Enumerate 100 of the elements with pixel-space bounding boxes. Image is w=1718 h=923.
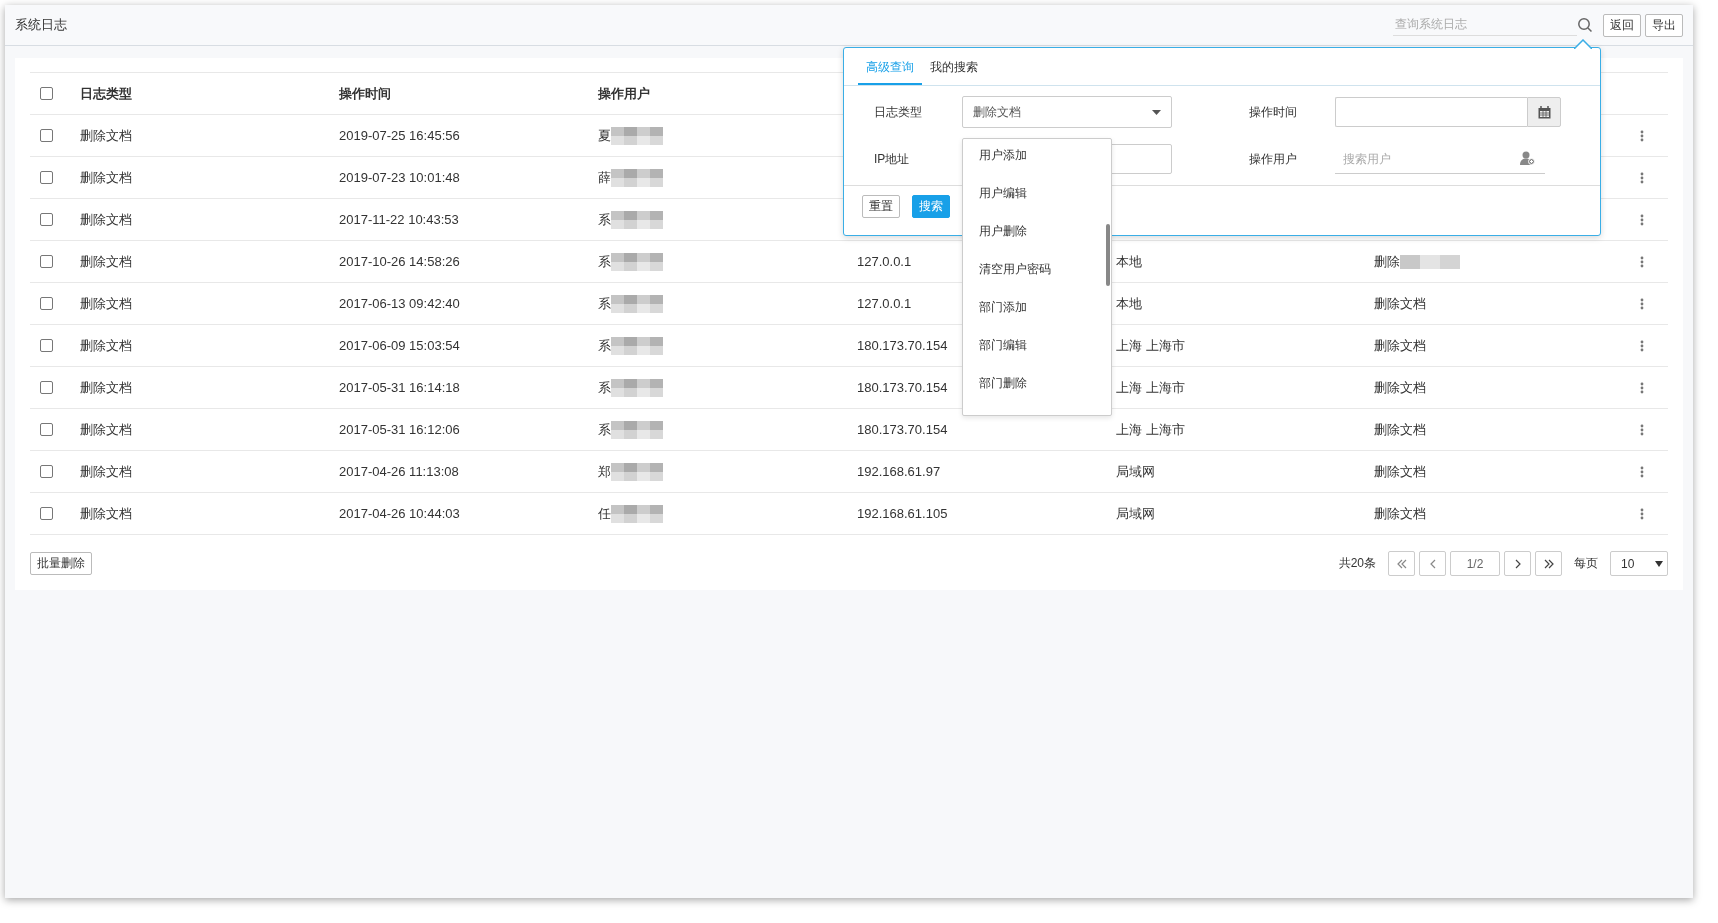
table-cell-text: 删除文档 — [80, 504, 133, 523]
back-button[interactable]: 返回 — [1603, 13, 1641, 37]
reset-button[interactable]: 重置 — [862, 195, 900, 218]
search-field[interactable]: 查询系统日志 — [1393, 14, 1577, 36]
field-label: 操作用户 — [1248, 150, 1298, 168]
table-cell-text: 删除文档 — [80, 168, 133, 187]
dropdown-option[interactable]: 部门编辑 — [979, 337, 1111, 354]
last-page-button[interactable] — [1535, 551, 1562, 576]
table-cell: 192.168.61.97 — [857, 464, 941, 479]
more-icon[interactable] — [1640, 213, 1644, 226]
table-cell: 郑 — [598, 462, 611, 481]
table-cell: 系 — [598, 336, 611, 355]
column-header: 日志类型 — [80, 84, 133, 103]
add-user-icon[interactable] — [1520, 151, 1535, 165]
page-size-select[interactable]: 10 — [1610, 551, 1668, 576]
page-indicator[interactable]: 1/2 — [1450, 551, 1500, 576]
table-cell-text: 删除文档 — [80, 378, 133, 397]
checkbox[interactable] — [40, 213, 53, 226]
table-cell: 删除 — [1374, 252, 1400, 271]
checkbox[interactable] — [40, 129, 53, 142]
table-cell-text: 删除文档 — [80, 210, 133, 229]
search-icon[interactable] — [1577, 17, 1593, 33]
table-cell-text: 删除文档 — [80, 126, 133, 145]
table-cell: 删除文档 — [1374, 378, 1426, 397]
batch-delete-button[interactable]: 批量删除 — [30, 552, 92, 575]
log-type-select[interactable]: 删除文档 — [962, 96, 1172, 128]
checkbox[interactable] — [40, 465, 53, 478]
table-cell: 系 — [598, 294, 611, 313]
table-cell-text: 删除文档 — [80, 294, 133, 313]
dropdown-option[interactable]: 部门删除 — [979, 375, 1111, 392]
checkbox[interactable] — [40, 297, 53, 310]
table-cell: 系 — [598, 210, 611, 229]
table-cell: 180.173.70.154 — [857, 380, 948, 395]
dropdown-option[interactable]: 部门添加 — [979, 299, 1111, 316]
more-icon[interactable] — [1640, 423, 1644, 436]
table-cell-text: 2019-07-23 10:01:48 — [339, 170, 461, 185]
dropdown-option[interactable]: 用户删除 — [979, 223, 1111, 240]
checkbox[interactable] — [40, 87, 53, 100]
more-icon[interactable] — [1640, 381, 1644, 394]
table-cell: 上海 上海市 — [1116, 421, 1185, 437]
more-icon[interactable] — [1640, 255, 1644, 268]
table-cell: 180.173.70.154 — [857, 422, 948, 437]
table-cell: 薛 — [598, 168, 611, 187]
checkbox[interactable] — [40, 255, 53, 268]
dropdown-option[interactable]: 用户添加 — [979, 147, 1111, 164]
table-cell: 系 — [598, 420, 611, 439]
dropdown-option[interactable]: 用户编辑 — [979, 185, 1111, 202]
table-cell-text: 2017-06-09 15:03:54 — [339, 338, 461, 353]
caret-icon — [1152, 109, 1161, 115]
table-cell: 本地 — [1116, 253, 1142, 269]
table-cell: 删除文档 — [1374, 336, 1426, 355]
chevron-left-icon — [1429, 558, 1436, 569]
field-label: IP地址 — [874, 150, 911, 168]
scrollbar[interactable] — [1106, 224, 1110, 286]
table-cell: 192.168.61.105 — [857, 506, 948, 521]
tab[interactable]: 我的搜索 — [922, 59, 986, 85]
more-icon[interactable] — [1640, 129, 1644, 142]
table-cell: 删除文档 — [1374, 462, 1426, 481]
table-cell: 上海 上海市 — [1116, 379, 1185, 395]
double-chevron-right-icon — [1543, 558, 1554, 569]
table-cell-text: 2017-05-31 16:12:06 — [339, 422, 461, 437]
checkbox[interactable] — [40, 507, 53, 520]
field-label: 操作时间 — [1248, 103, 1298, 121]
table-cell: 删除文档 — [1374, 420, 1426, 439]
total-count: 共20条 — [1338, 555, 1376, 572]
table-cell: 127.0.0.1 — [857, 254, 912, 269]
export-button[interactable]: 导出 — [1645, 13, 1683, 37]
dropdown-option[interactable]: 清空用户密码 — [979, 261, 1111, 278]
column-header: 操作用户 — [598, 84, 651, 103]
table-cell-text: 删除文档 — [80, 420, 133, 439]
table-cell: 127.0.0.1 — [857, 296, 912, 311]
first-page-button[interactable] — [1388, 551, 1415, 576]
per-page-label: 每页 — [1574, 555, 1598, 572]
table-cell-text: 2017-06-13 09:42:40 — [339, 296, 461, 311]
column-header: 操作时间 — [339, 84, 392, 103]
table-cell: 系 — [598, 252, 611, 271]
more-icon[interactable] — [1640, 507, 1644, 520]
calendar-button[interactable] — [1527, 97, 1561, 127]
table-cell-text: 2017-04-26 11:13:08 — [339, 464, 460, 479]
checkbox[interactable] — [40, 339, 53, 352]
table-cell: 本地 — [1116, 295, 1142, 311]
table-cell: 删除文档 — [1374, 294, 1426, 313]
more-icon[interactable] — [1640, 297, 1644, 310]
checkbox[interactable] — [40, 381, 53, 394]
chevron-right-icon — [1514, 558, 1521, 569]
more-icon[interactable] — [1640, 171, 1644, 184]
checkbox[interactable] — [40, 171, 53, 184]
field-label: 日志类型 — [874, 103, 923, 121]
more-icon[interactable] — [1640, 465, 1644, 478]
table-cell-text: 2019-07-25 16:45:56 — [339, 128, 461, 143]
table-cell: 任 — [598, 504, 611, 523]
more-icon[interactable] — [1640, 339, 1644, 352]
table-cell-text: 删除文档 — [80, 252, 133, 271]
table-cell: 局域网 — [1116, 505, 1155, 521]
table-cell: 180.173.70.154 — [857, 338, 948, 353]
table-cell-text: 2017-04-26 10:44:03 — [339, 506, 461, 521]
double-chevron-left-icon — [1396, 558, 1407, 569]
checkbox[interactable] — [40, 423, 53, 436]
table-cell: 删除文档 — [1374, 504, 1426, 523]
date-field[interactable] — [1335, 97, 1527, 127]
